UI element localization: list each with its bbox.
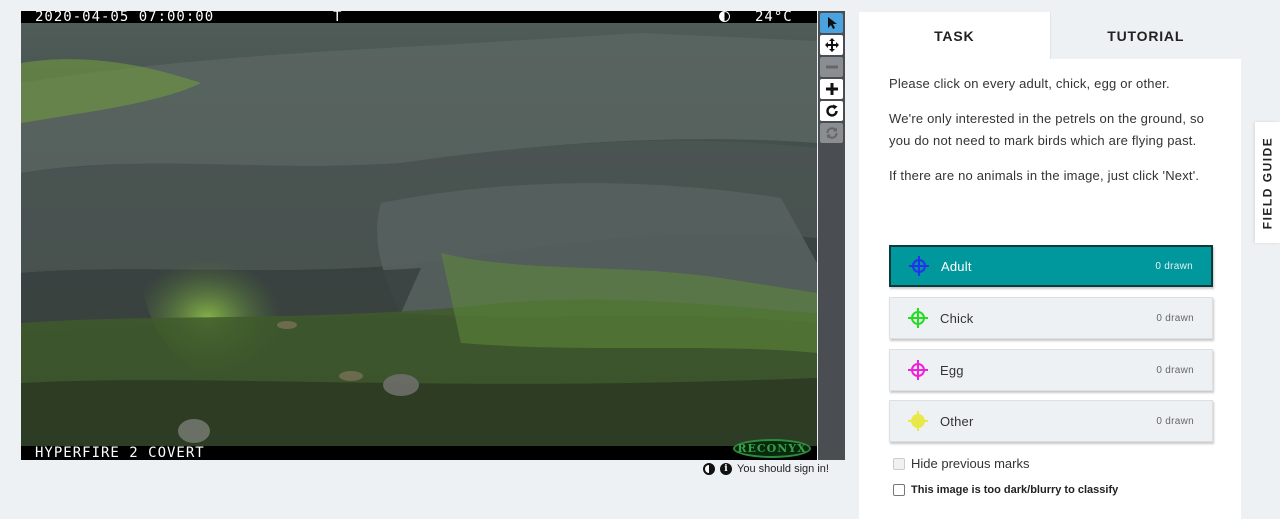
hide-marks-label: Hide previous marks — [911, 456, 1030, 471]
sign-in-notice: You should sign in! — [737, 463, 829, 475]
moon-phase-icon — [719, 11, 730, 22]
tab-task[interactable]: TASK — [859, 12, 1050, 59]
too-dark-option: This image is too dark/blurry to classif… — [893, 484, 1118, 496]
info-icon[interactable]: i — [720, 463, 732, 475]
zoom-out-icon — [825, 65, 838, 69]
instruction-text: We're only interested in the petrels on … — [889, 111, 1205, 148]
instruction-text: If there are no animals in the image, ju… — [889, 168, 1200, 183]
contrast-icon[interactable] — [703, 463, 715, 475]
tool-label: Adult — [941, 258, 972, 274]
rotate-button[interactable] — [820, 101, 843, 121]
subject-viewer[interactable]: 2020-04-05 07:00:00 T 24°C HYPERFIRE 2 C… — [21, 11, 817, 460]
crosshair-icon — [908, 360, 928, 380]
reconyx-logo: RECONYX — [733, 439, 811, 458]
tool-label: Chick — [940, 310, 974, 326]
task-tabs: TASK TUTORIAL — [859, 12, 1241, 59]
tool-count: 0 drawn — [1155, 260, 1193, 272]
reset-view-button[interactable] — [820, 123, 843, 143]
camera-model: HYPERFIRE 2 COVERT — [35, 445, 205, 460]
viewer-toolbar — [818, 11, 845, 460]
rotate-icon — [825, 104, 838, 117]
camera-model-strip: HYPERFIRE 2 COVERT RECONYX — [21, 439, 817, 460]
too-dark-checkbox[interactable] — [893, 484, 905, 496]
field-guide-label: FIELD GUIDE — [1260, 136, 1275, 229]
crosshair-icon — [909, 256, 929, 276]
tab-tutorial[interactable]: TUTORIAL — [1049, 12, 1241, 59]
move-icon — [824, 38, 839, 52]
tool-count: 0 drawn — [1156, 415, 1194, 427]
crosshair-icon — [908, 308, 928, 328]
camera-trap-photo[interactable] — [21, 23, 817, 446]
hide-marks-option: Hide previous marks — [893, 456, 1030, 471]
zoom-in-button[interactable] — [820, 79, 843, 99]
hide-marks-checkbox[interactable] — [893, 457, 905, 470]
move-tool-button[interactable] — [820, 35, 843, 55]
field-guide-tab[interactable]: FIELD GUIDE — [1255, 122, 1280, 243]
tool-label: Other — [940, 413, 974, 429]
zoom-in-icon — [825, 83, 838, 95]
subject-image[interactable] — [21, 23, 817, 446]
pointer-icon — [827, 17, 837, 29]
too-dark-label: This image is too dark/blurry to classif… — [911, 484, 1119, 496]
viewer-meta-bar: i You should sign in! — [703, 462, 829, 476]
tool-count: 0 drawn — [1156, 312, 1194, 324]
pointer-tool-button[interactable] — [820, 13, 843, 33]
zoom-out-button[interactable] — [820, 57, 843, 77]
tool-count: 0 drawn — [1156, 364, 1194, 376]
task-instructions: Please click on every adult, chick, egg … — [859, 59, 1241, 187]
tool-egg-button[interactable]: Egg 0 drawn — [889, 349, 1213, 391]
tool-adult-button[interactable]: Adult 0 drawn — [889, 245, 1213, 287]
tool-chick-button[interactable]: Chick 0 drawn — [889, 297, 1213, 339]
tool-other-button[interactable]: Other 0 drawn — [889, 400, 1213, 442]
tool-label: Egg — [940, 362, 964, 378]
crosshair-icon — [908, 411, 928, 431]
instruction-text: Please click on every adult, chick, egg … — [889, 76, 1170, 91]
reset-icon — [826, 127, 837, 139]
task-panel: TASK TUTORIAL Please click on every adul… — [859, 12, 1241, 519]
